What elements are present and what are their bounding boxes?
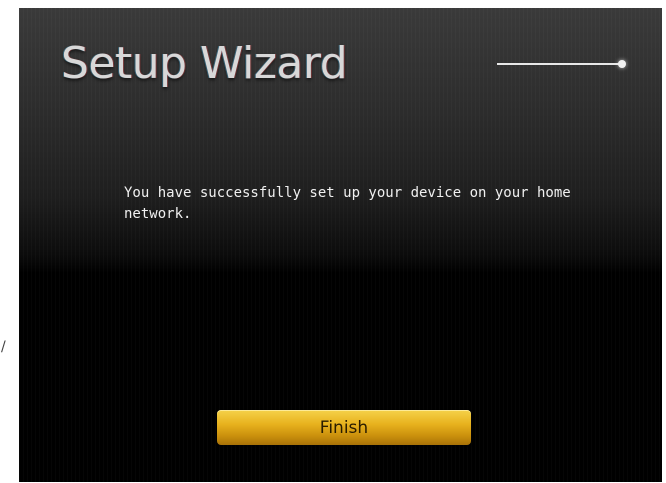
- progress-line: [497, 63, 621, 65]
- edge-mark: /: [1, 339, 6, 355]
- progress-indicator-dot: [618, 60, 626, 68]
- page-title: Setup Wizard: [61, 38, 348, 89]
- finish-button[interactable]: Finish: [217, 410, 471, 445]
- success-message: You have successfully set up your device…: [124, 185, 571, 222]
- setup-wizard-screen: Setup Wizard You have successfully set u…: [19, 8, 662, 482]
